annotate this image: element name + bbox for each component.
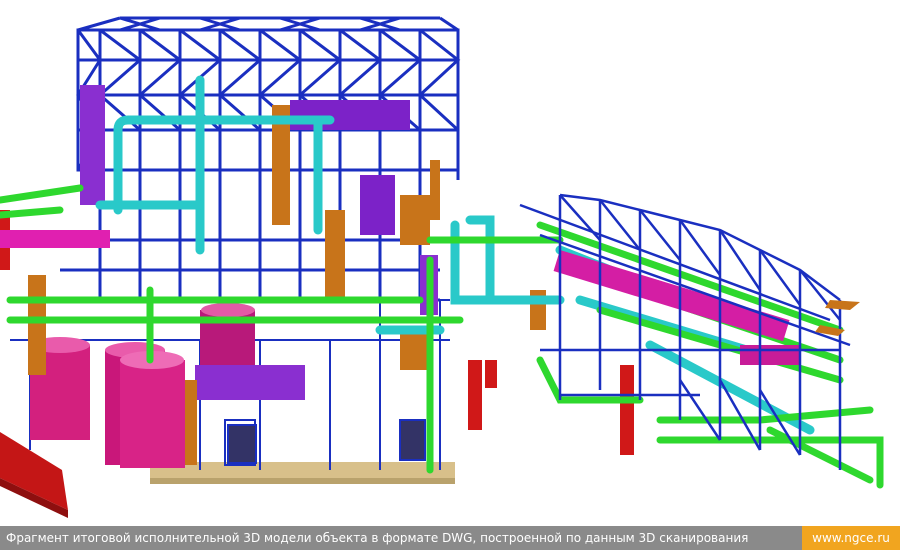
red-foundation-slab <box>0 432 68 518</box>
caption-text: Фрагмент итоговой исполнительной 3D моде… <box>6 531 749 545</box>
site-url-link[interactable]: www.ngce.ru <box>802 526 900 550</box>
base-platform <box>150 462 455 484</box>
pump-enclosures <box>227 419 426 464</box>
plant-3d-model-render <box>0 0 900 526</box>
caption-bar: Фрагмент итоговой исполнительной 3D моде… <box>0 526 900 550</box>
